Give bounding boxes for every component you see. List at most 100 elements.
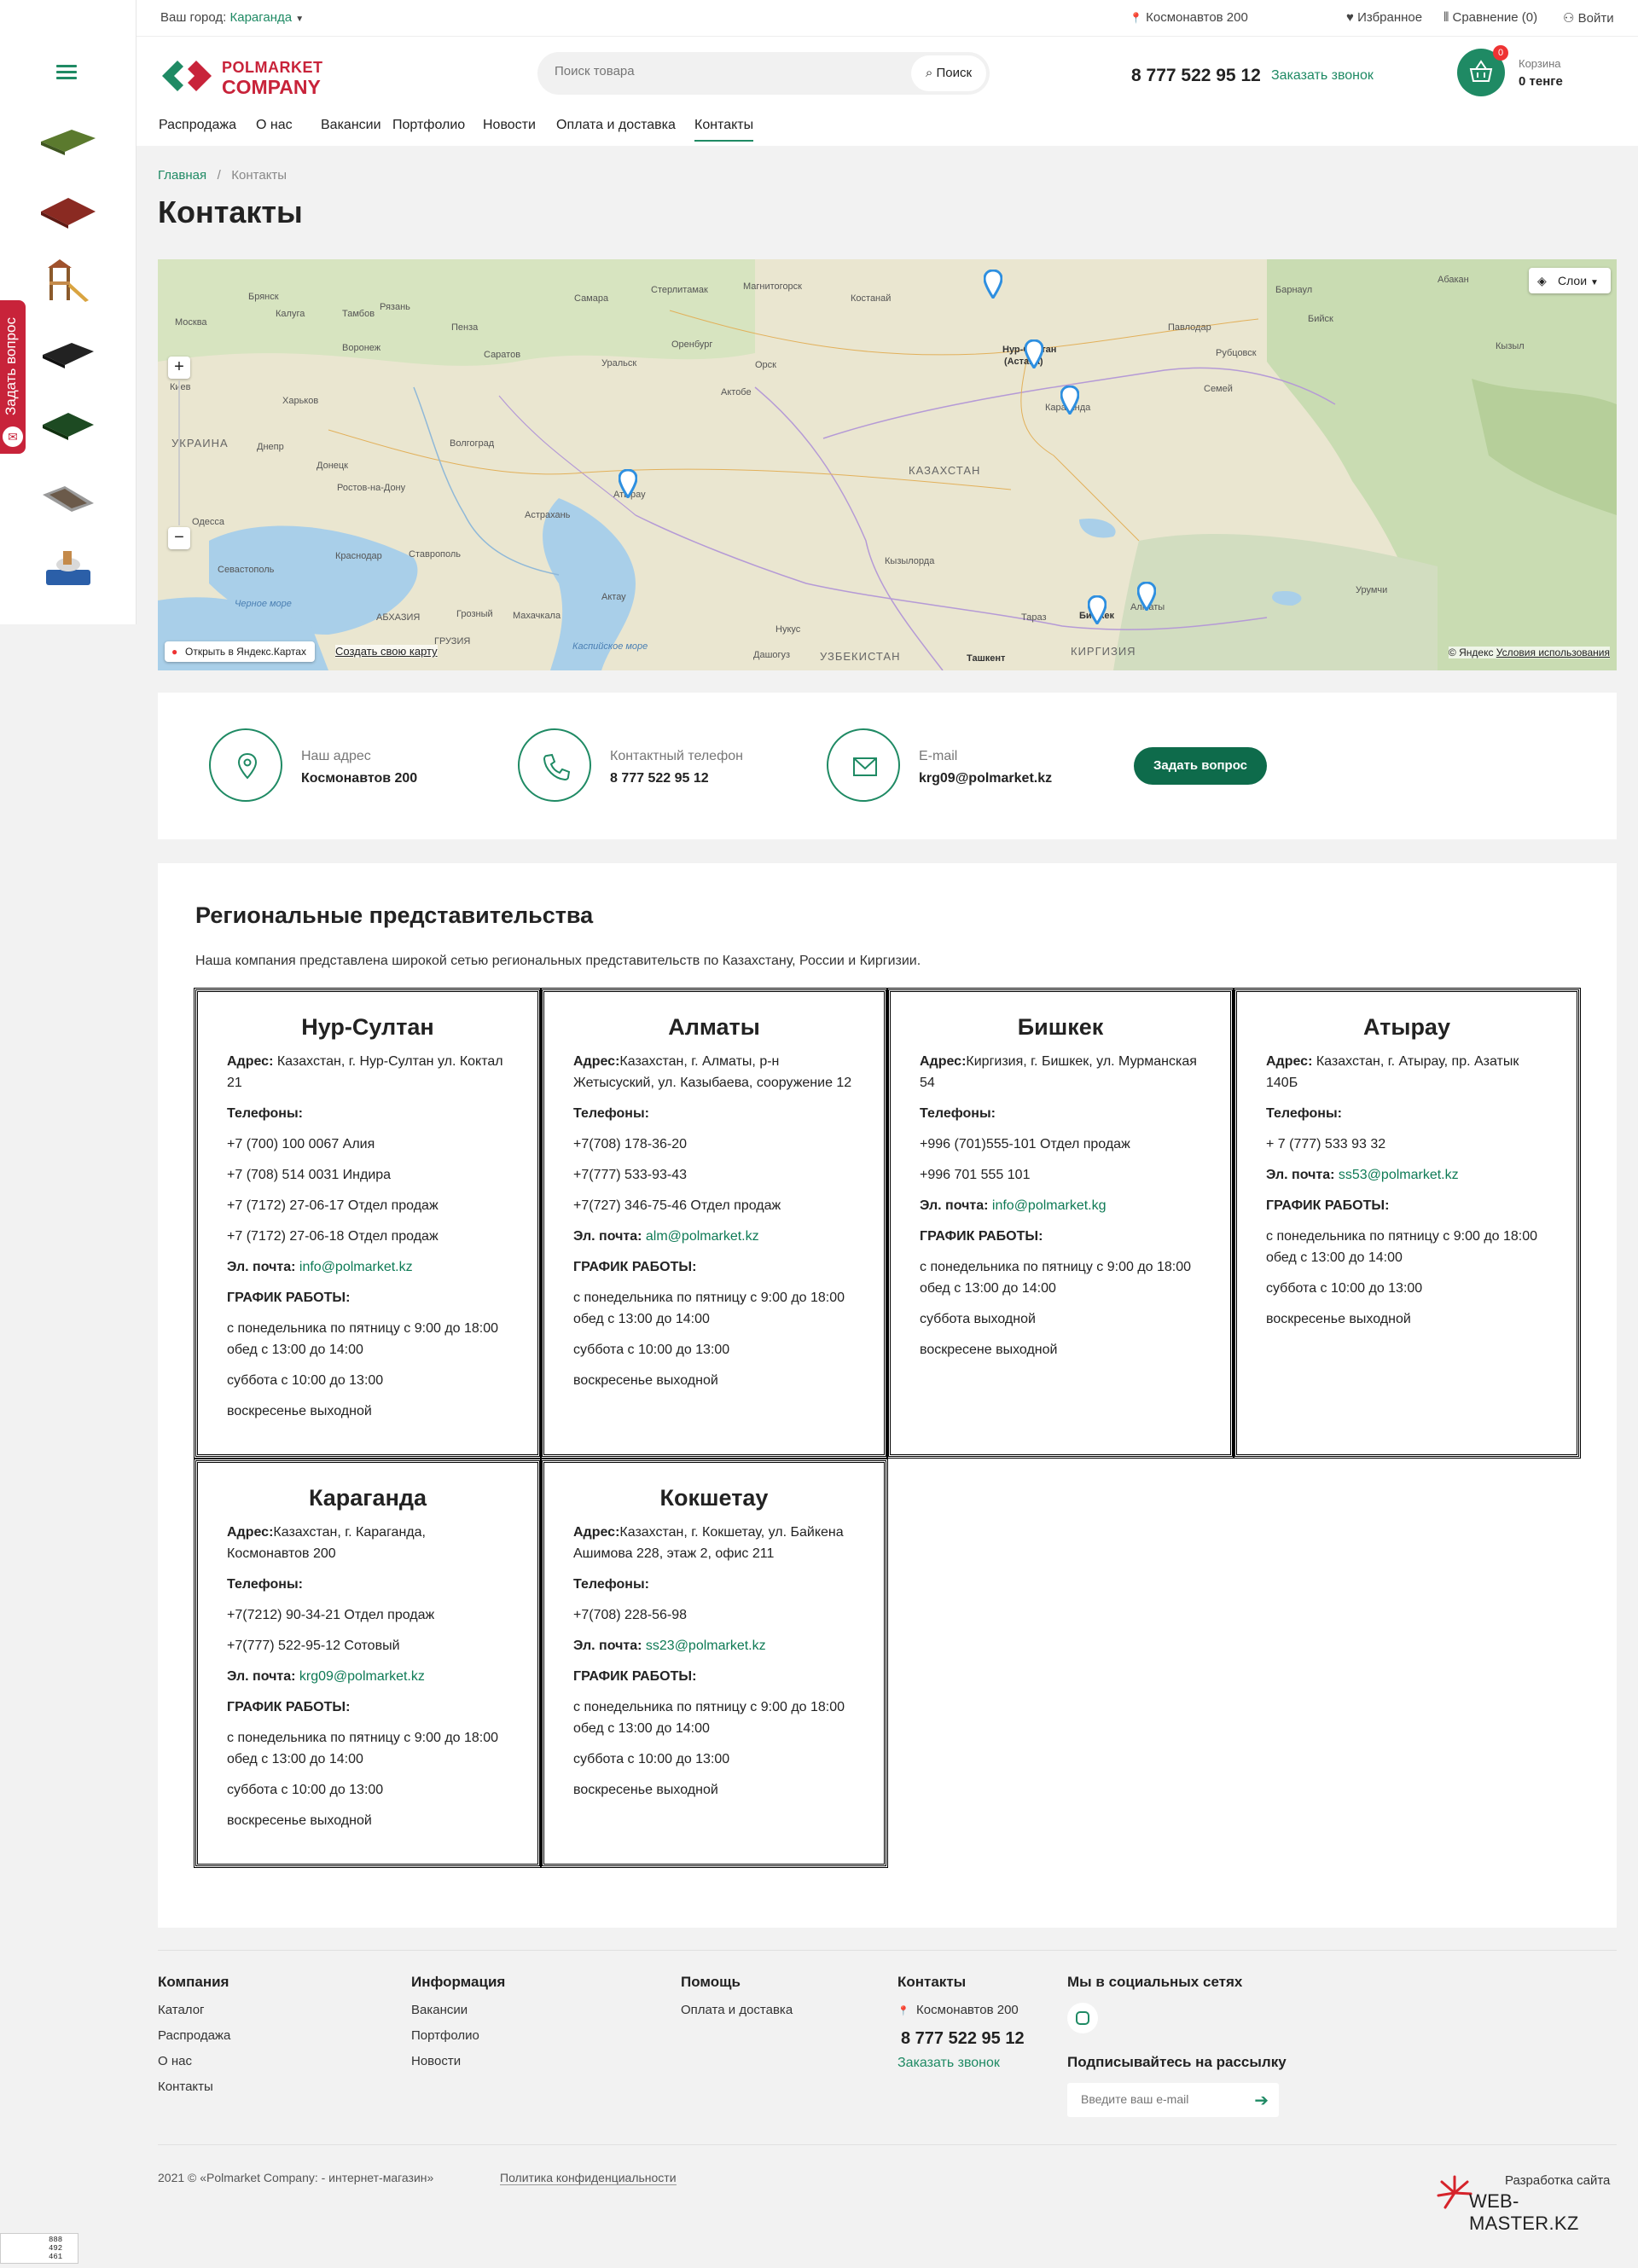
map-pin-almaty[interactable] <box>1137 582 1156 611</box>
ask-question-side-tab[interactable]: Задать вопрос ✉ <box>0 300 26 454</box>
map-zoom-control: + − <box>168 357 190 549</box>
office-phone[interactable]: +7 (708) 514 0031 Индира <box>227 1164 508 1186</box>
office-email-link[interactable]: info@polmarket.kz <box>299 1260 413 1274</box>
nav-item-about[interactable]: О нас <box>256 118 293 133</box>
ask-question-button[interactable]: Задать вопрос <box>1134 747 1267 785</box>
favorites-link[interactable]: ♥ Избранное <box>1346 10 1422 25</box>
map-label: Бийск <box>1308 314 1333 324</box>
office-schedule-line: воскресенье выходной <box>227 1813 372 1828</box>
map-label: Абакан <box>1438 275 1469 285</box>
office-phone[interactable]: +7(708) 178-36-20 <box>573 1134 855 1155</box>
map-pin-nur-sultan[interactable] <box>1025 339 1043 368</box>
office-email-link[interactable]: alm@polmarket.kz <box>646 1229 759 1244</box>
footer-link-portfolio[interactable]: Портфолио <box>411 2028 505 2043</box>
map-pin-atyrau[interactable] <box>619 469 637 498</box>
email-value[interactable]: krg09@polmarket.kz <box>919 771 1052 786</box>
email-label: E-mail <box>919 749 958 763</box>
map-label: Рязань <box>380 302 410 312</box>
office-address: Адрес: Казахстан, г. Нур-Султан ул. Кокт… <box>227 1051 508 1093</box>
arrow-right-icon[interactable]: ➔ <box>1254 2090 1269 2111</box>
nav-item-contacts[interactable]: Контакты <box>694 118 754 142</box>
schedule-label-text: ГРАФИК РАБОТЫ: <box>920 1229 1043 1244</box>
map-label: Магнитогорск <box>743 281 802 292</box>
office-phone[interactable]: +7(727) 346-75-46 Отдел продаж <box>573 1195 855 1216</box>
office-phone[interactable]: + 7 (777) 533 93 32 <box>1266 1134 1548 1155</box>
create-map-link[interactable]: Создать свою карту <box>335 645 438 658</box>
footer-callback-link[interactable]: Заказать звонок <box>897 2056 1025 2071</box>
office-phone[interactable]: +7(7212) 90-34-21 Отдел продаж <box>227 1604 508 1626</box>
zoom-in-button[interactable]: + <box>168 357 190 379</box>
map-layers-button[interactable]: ◈ Слои ▼ <box>1529 268 1611 293</box>
zoom-slider-track[interactable] <box>178 380 180 525</box>
visitor-counter[interactable]: 888 492 461 <box>0 2233 78 2264</box>
footer-link-sale[interactable]: Распродажа <box>158 2028 230 2043</box>
city-selector[interactable]: Ваш город: Караганда ▼ <box>160 10 304 25</box>
instagram-icon[interactable] <box>1067 2003 1098 2033</box>
footer-link-payment-delivery[interactable]: Оплата и доставка <box>681 2003 793 2017</box>
nav-item-vacancies[interactable]: Вакансии <box>321 118 381 133</box>
office-phone[interactable]: +7 (700) 100 0067 Алия <box>227 1134 508 1155</box>
map-label: Актау <box>601 592 626 602</box>
schedule-label-text: ГРАФИК РАБОТЫ: <box>1266 1198 1390 1213</box>
green-mat-thumbnail[interactable] <box>38 401 99 449</box>
footer-phone[interactable]: 8 777 522 95 12 <box>901 2029 1025 2049</box>
shoe-cover-machine-thumbnail[interactable] <box>38 544 99 592</box>
callback-link[interactable]: Заказать звонок <box>1271 68 1374 84</box>
subscribe-email-input[interactable] <box>1081 2092 1234 2106</box>
compare-link[interactable]: ⫴ Сравнение (0) <box>1443 10 1537 25</box>
developer-credit[interactable]: Разработка сайта WEB-MASTER.KZ <box>1433 2172 1621 2234</box>
office-phone[interactable]: +7 (7172) 27-06-17 Отдел продаж <box>227 1195 508 1216</box>
office-phone[interactable]: +7(708) 228-56-98 <box>573 1604 855 1626</box>
breadcrumb-home[interactable]: Главная <box>158 168 206 183</box>
playground-thumbnail[interactable] <box>38 258 99 305</box>
rubber-tile-thumbnail[interactable] <box>38 186 99 234</box>
tile-border-thumbnail[interactable] <box>38 473 99 520</box>
nav-item-payment-delivery[interactable]: Оплата и доставка <box>556 118 676 133</box>
office-email-link[interactable]: ss53@polmarket.kz <box>1339 1168 1459 1182</box>
footer-link-vacancies[interactable]: Вакансии <box>411 2003 505 2017</box>
cart-button[interactable]: 0 <box>1457 45 1508 96</box>
office-schedule-line: с понедельника по пятницу с 9:00 до 18:0… <box>1266 1229 1538 1265</box>
footer-link-catalog[interactable]: Каталог <box>158 2003 230 2017</box>
mail-icon: ✉ <box>3 426 23 447</box>
map-terms-link[interactable]: Условия использования <box>1496 647 1610 658</box>
polmarket-logo[interactable]: POLMARKET COMPANY <box>159 52 322 100</box>
nav-item-news[interactable]: Новости <box>483 118 536 133</box>
search-input[interactable] <box>555 64 913 78</box>
menu-burger-icon[interactable] <box>56 65 77 80</box>
counter-value: 461 <box>49 2253 63 2261</box>
privacy-policy-link[interactable]: Политика конфиденциальности <box>500 2171 677 2185</box>
office-phone[interactable]: +7 (7172) 27-06-18 Отдел продаж <box>227 1226 508 1247</box>
office-phone[interactable]: +996 701 555 101 <box>920 1164 1201 1186</box>
nav-item-sale[interactable]: Распродажа <box>159 118 236 133</box>
office-phone[interactable]: +7(777) 522-95-12 Сотовый <box>227 1635 508 1656</box>
map-pin-kokshetau[interactable] <box>984 270 1002 299</box>
office-phone[interactable]: +996 (701)555-101 Отдел продаж <box>920 1134 1201 1155</box>
phone-value[interactable]: 8 777 522 95 12 <box>610 771 709 786</box>
office-email-link[interactable]: info@polmarket.kg <box>992 1198 1107 1213</box>
map-label: Каспийское море <box>572 641 648 652</box>
artificial-grass-thumbnail[interactable] <box>38 114 99 162</box>
email-label: Эл. почта: <box>227 1669 296 1684</box>
header-phone[interactable]: 8 777 522 95 12 <box>1131 66 1261 86</box>
footer-heading: Мы в социальных сетях <box>1067 1974 1243 1990</box>
black-mat-thumbnail[interactable] <box>38 329 99 377</box>
office-phone[interactable]: +7(777) 533-93-43 <box>573 1164 855 1186</box>
footer-link-contacts[interactable]: Контакты <box>158 2079 230 2094</box>
topbar-address[interactable]: 📍 Космонавтов 200 <box>1130 10 1248 25</box>
yandex-map[interactable]: Москва Брянск Калуга Рязань Пенза Самара… <box>158 259 1617 670</box>
office-email-link[interactable]: krg09@polmarket.kz <box>299 1669 425 1684</box>
zoom-out-button[interactable]: − <box>168 527 190 549</box>
login-link[interactable]: ⚇ Войти <box>1563 10 1614 26</box>
phones-label-text: Телефоны: <box>227 1106 303 1121</box>
map-pin-karaganda[interactable] <box>1060 386 1079 415</box>
nav-item-portfolio[interactable]: Портфолио <box>392 118 465 133</box>
open-in-yandex-maps-button[interactable]: ● Открыть в Яндекс.Картах <box>165 641 315 662</box>
city-value[interactable]: Караганда <box>229 10 292 25</box>
office-schedule-line: с понедельника по пятницу с 9:00 до 18:0… <box>573 1700 845 1736</box>
search-button[interactable]: ⌕ Поиск <box>911 55 986 91</box>
map-pin-bishkek[interactable] <box>1088 595 1107 624</box>
footer-link-about[interactable]: О нас <box>158 2054 230 2068</box>
footer-link-news[interactable]: Новости <box>411 2054 505 2068</box>
office-email-link[interactable]: ss23@polmarket.kz <box>646 1639 766 1653</box>
